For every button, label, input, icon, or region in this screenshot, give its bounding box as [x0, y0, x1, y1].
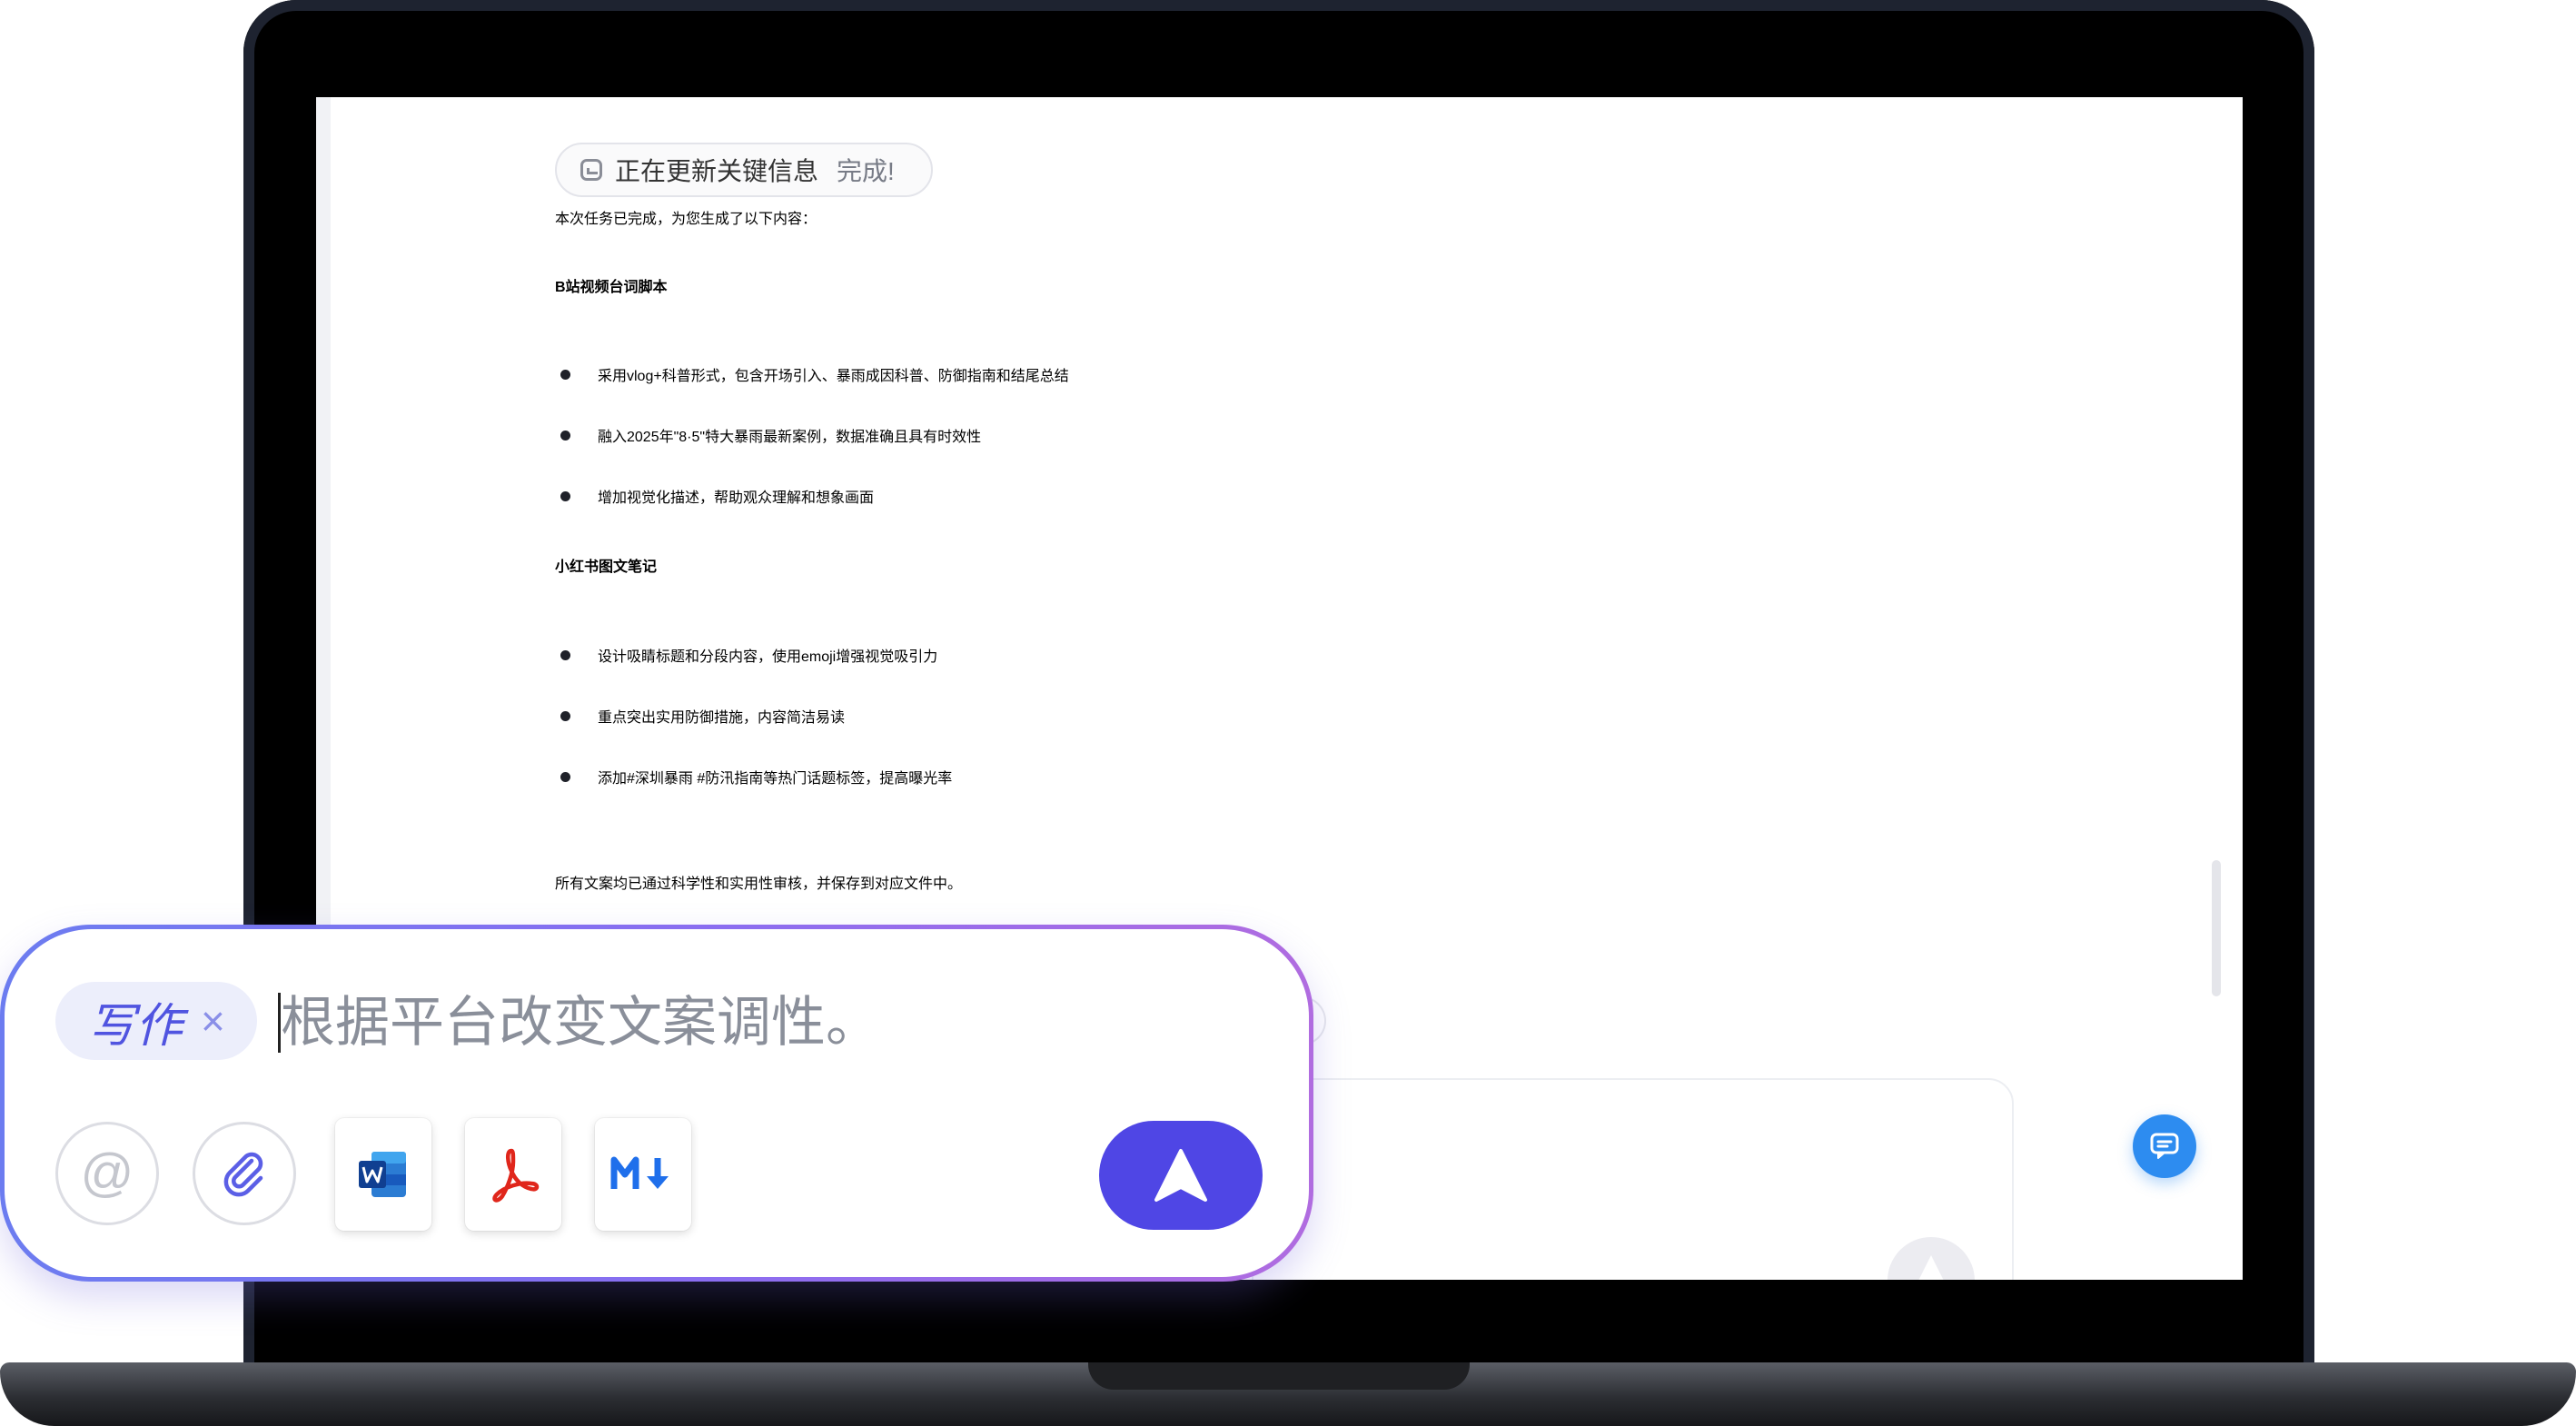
list-item-text: 融入2025年"8·5"特大暴雨最新案例，数据准确且具有时效性	[598, 430, 982, 445]
bullet-dot	[560, 430, 570, 441]
outro-text: 所有文案均已通过科学性和实用性审核，并保存到对应文件中。	[555, 876, 963, 892]
section-heading-xiaohongshu: 小红书图文笔记	[555, 560, 658, 575]
bullet-dot	[560, 710, 570, 721]
list-item-text: 采用vlog+科普形式，包含开场引入、暴雨成因科普、防御指南和结尾总结	[598, 369, 1069, 384]
mode-tag-chip[interactable]: 写作 ×	[55, 982, 257, 1060]
list-item: 重点突出实用防御措施，内容简洁易读	[555, 705, 845, 727]
mention-button[interactable]: @	[55, 1122, 159, 1225]
composer-body: 写作 × 根据平台改变文案调性。 @	[5, 929, 1309, 1277]
send-arrow-icon	[1154, 1149, 1207, 1202]
composer: 写作 × 根据平台改变文案调性。 @	[0, 925, 1313, 1282]
list-item: 融入2025年"8·5"特大暴雨最新案例，数据准确且具有时效性	[555, 424, 981, 446]
scrollbar-thumb[interactable]	[2212, 860, 2221, 996]
word-attachment[interactable]	[335, 1118, 431, 1231]
list-item-text: 重点突出实用防御措施，内容简洁易读	[598, 710, 846, 726]
list-item: 增加视觉化描述，帮助观众理解和想象画面	[555, 485, 874, 507]
task-check-icon	[580, 159, 602, 181]
intro-text: 本次任务已完成，为您生成了以下内容：	[555, 212, 817, 227]
feedback-button[interactable]	[2133, 1114, 2196, 1178]
bullet-dot	[560, 649, 570, 660]
bullet-dot	[560, 771, 570, 782]
list-item-text: 增加视觉化描述，帮助观众理解和想象画面	[598, 490, 875, 506]
markdown-attachment[interactable]	[595, 1118, 691, 1231]
bullet-dot	[560, 490, 570, 501]
status-text: 正在更新关键信息	[615, 157, 819, 185]
pdf-attachment[interactable]	[465, 1118, 561, 1231]
mode-tag-label: 写作	[88, 999, 183, 1053]
prompt-input[interactable]: 根据平台改变文案调性。	[281, 991, 880, 1055]
list-item-text: 添加#深圳暴雨 #防汛指南等热门话题标签，提高曝光率	[598, 771, 953, 787]
attach-button[interactable]	[193, 1122, 296, 1225]
pdf-file-icon	[492, 1148, 540, 1203]
list-item-text: 设计吸睛标题和分段内容，使用emoji增强视觉吸引力	[598, 649, 938, 665]
laptop-notch	[1088, 1362, 1470, 1390]
list-item: 添加#深圳暴雨 #防汛指南等热门话题标签，提高曝光率	[555, 766, 952, 787]
paperclip-icon	[223, 1152, 263, 1197]
list-item: 设计吸睛标题和分段内容，使用emoji增强视觉吸引力	[555, 644, 937, 666]
send-button[interactable]	[1099, 1121, 1263, 1230]
status-pill: 正在更新关键信息 完成!	[555, 143, 933, 197]
chat-bubble-icon	[2150, 1133, 2179, 1159]
markdown-file-icon	[610, 1156, 669, 1189]
status-done: 完成!	[837, 157, 895, 185]
bullet-dot	[560, 369, 570, 380]
close-icon[interactable]: ×	[201, 1000, 225, 1042]
at-icon: @	[80, 1144, 134, 1203]
word-file-icon	[359, 1152, 406, 1197]
list-item: 采用vlog+科普形式，包含开场引入、暴雨成因科普、防御指南和结尾总结	[555, 363, 1069, 385]
section-heading-bilibili: B站视频台词脚本	[555, 280, 668, 295]
